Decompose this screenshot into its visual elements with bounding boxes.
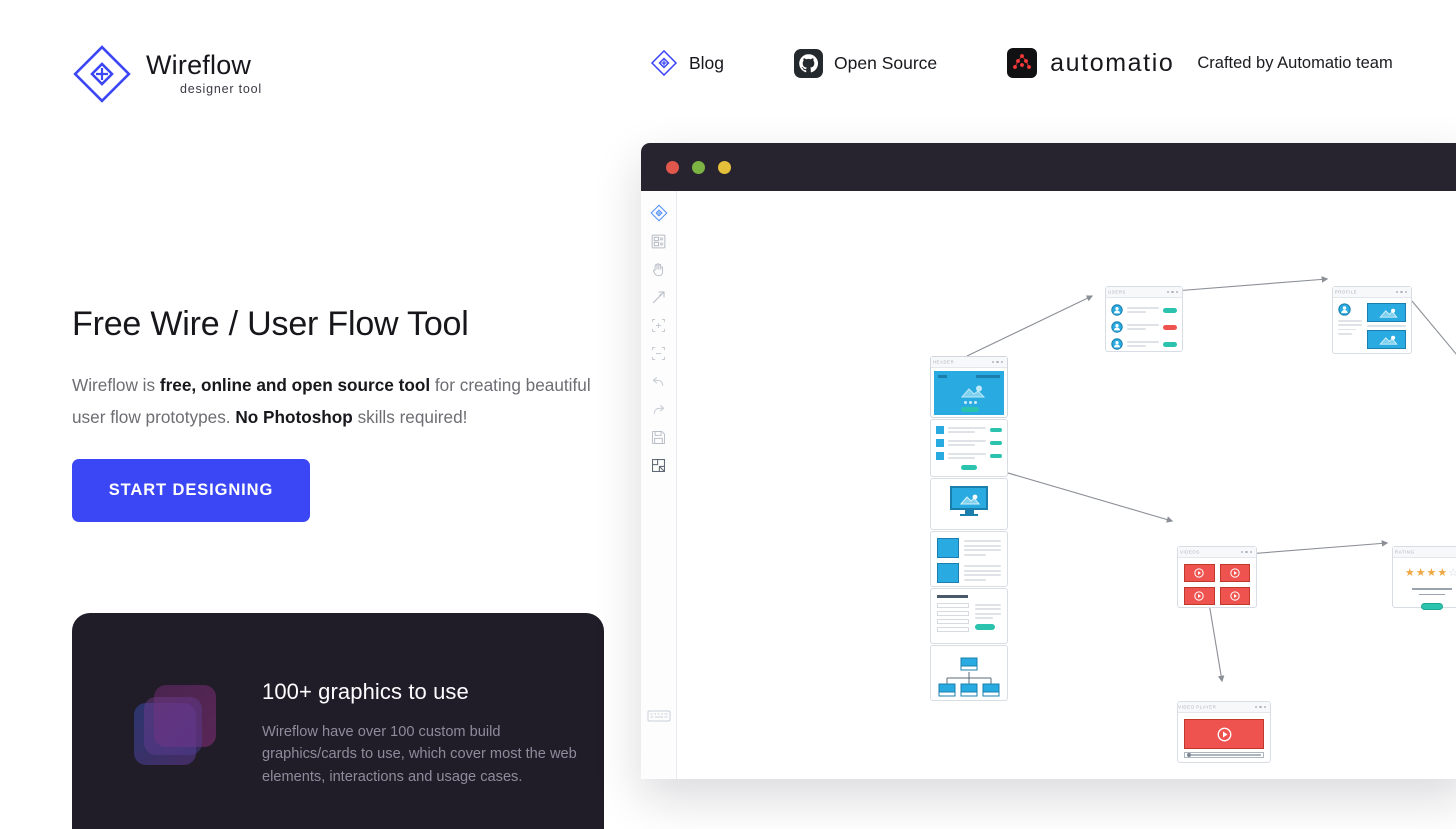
card-video-player[interactable]: VIDEO PLAYER <box>1177 701 1271 763</box>
card-form[interactable] <box>930 588 1008 644</box>
toolbar-zoom-in-icon[interactable] <box>647 313 671 337</box>
card-header-slider[interactable]: HEADER <box>930 356 1008 418</box>
hero-text-1: Wireflow is <box>72 375 160 396</box>
card-media-list[interactable] <box>930 531 1008 587</box>
hero-bold-1: free, online and open source tool <box>159 375 431 396</box>
toolbar-hand-tool-icon[interactable] <box>647 257 671 281</box>
automatio-tagline: Crafted by Automatio team <box>1197 53 1393 72</box>
card-sitemap[interactable] <box>930 645 1008 701</box>
toolbar-zoom-out-icon[interactable] <box>647 341 671 365</box>
app-window-preview: HEADER USERS PROFILE VIDEOS RATING ★★★★☆… <box>641 143 1456 779</box>
card-dots <box>991 360 1003 364</box>
card-title: HEADER <box>932 359 955 365</box>
card-titlebar: PROFILE <box>1333 287 1411 298</box>
card-titlebar: HEADER <box>931 357 1007 368</box>
card-titlebar: USERS <box>1106 287 1182 298</box>
page-title: Free Wire / User Flow Tool <box>72 305 469 343</box>
hero-section: Free Wire / User Flow Tool Wireflow is f… <box>72 305 612 434</box>
card-title: RATING <box>1395 549 1415 555</box>
editor-toolbar <box>641 191 677 779</box>
card-dots <box>1395 290 1407 294</box>
card-profile[interactable]: PROFILE <box>1332 286 1412 354</box>
start-designing-button[interactable]: START DESIGNING <box>72 459 310 522</box>
toolbar-logo-icon[interactable] <box>647 201 671 225</box>
nav-item-automatio[interactable]: automatio Crafted by Automatio team <box>1007 48 1393 78</box>
card-title: VIDEO PLAYER <box>1178 704 1217 710</box>
github-icon <box>794 48 824 78</box>
feature-card: 100+ graphics to use Wireflow have over … <box>72 613 604 829</box>
toolbar-undo-icon[interactable] <box>647 369 671 393</box>
hero-bold-2: No Photoshop <box>235 406 353 427</box>
card-title: PROFILE <box>1334 289 1358 295</box>
window-minimize-button[interactable] <box>692 160 705 174</box>
brand-logo[interactable]: Wireflow designer tool <box>72 44 262 104</box>
landing-page: Wireflow designer tool Blog Open Source … <box>0 0 1456 829</box>
window-close-button[interactable] <box>666 160 679 174</box>
card-dots <box>1240 550 1252 554</box>
toolbar-save-icon[interactable] <box>647 425 671 449</box>
brand-subtitle: designer tool <box>180 82 262 97</box>
feature-card-title: 100+ graphics to use <box>262 679 469 704</box>
flow-canvas[interactable]: HEADER USERS PROFILE VIDEOS RATING ★★★★☆… <box>677 191 1456 779</box>
window-maximize-button[interactable] <box>718 160 731 174</box>
feature-card-description: Wireflow have over 100 custom build grap… <box>262 724 577 785</box>
brand-name: Wireflow <box>146 50 252 81</box>
toolbar-connector-tool-icon[interactable] <box>647 285 671 309</box>
nav-label-open-source: Open Source <box>834 52 938 73</box>
card-feature-list[interactable] <box>930 419 1008 477</box>
window-titlebar <box>641 143 1456 191</box>
card-title: USERS <box>1108 289 1126 295</box>
rating-stars: ★★★★☆ <box>1404 567 1456 579</box>
wireflow-diamond-logo-icon <box>72 44 132 104</box>
nav-item-blog[interactable]: Blog <box>650 49 724 77</box>
wireflow-diamond-icon <box>650 49 678 77</box>
card-dots <box>1166 290 1178 294</box>
card-videos[interactable]: VIDEOS <box>1177 546 1257 608</box>
nav-label-blog: Blog <box>689 52 725 73</box>
nav-item-open-source[interactable]: Open Source <box>794 48 938 78</box>
flow-connectors <box>966 276 1456 683</box>
app-body: HEADER USERS PROFILE VIDEOS RATING ★★★★☆… <box>641 191 1456 779</box>
toolbar-export-icon[interactable] <box>647 453 671 477</box>
hero-description: Wireflow is free, online and open source… <box>72 370 592 434</box>
automatio-icon <box>1007 48 1038 78</box>
card-titlebar: RATING <box>1393 547 1456 558</box>
card-dots <box>1254 705 1266 709</box>
stacked-squares-icon <box>134 685 216 767</box>
card-titlebar: VIDEO PLAYER <box>1178 702 1270 713</box>
card-title: VIDEOS <box>1180 549 1200 555</box>
main-nav: Blog Open Source automatio Crafted by Au… <box>650 48 1393 78</box>
card-screen-image[interactable] <box>930 478 1008 530</box>
toolbar-graphics-library-icon[interactable] <box>647 229 671 253</box>
site-header: Wireflow designer tool Blog Open Source … <box>0 0 1456 135</box>
card-rating[interactable]: RATING ★★★★☆ <box>1392 546 1456 611</box>
automatio-wordmark: automatio <box>1050 48 1175 77</box>
toolbar-redo-icon[interactable] <box>647 397 671 421</box>
toolbar-keyboard-shortcuts-icon[interactable] <box>647 709 671 723</box>
hero-text-3: skills required! <box>352 406 468 427</box>
card-users[interactable]: USERS <box>1105 286 1183 352</box>
card-titlebar: VIDEOS <box>1178 547 1256 558</box>
